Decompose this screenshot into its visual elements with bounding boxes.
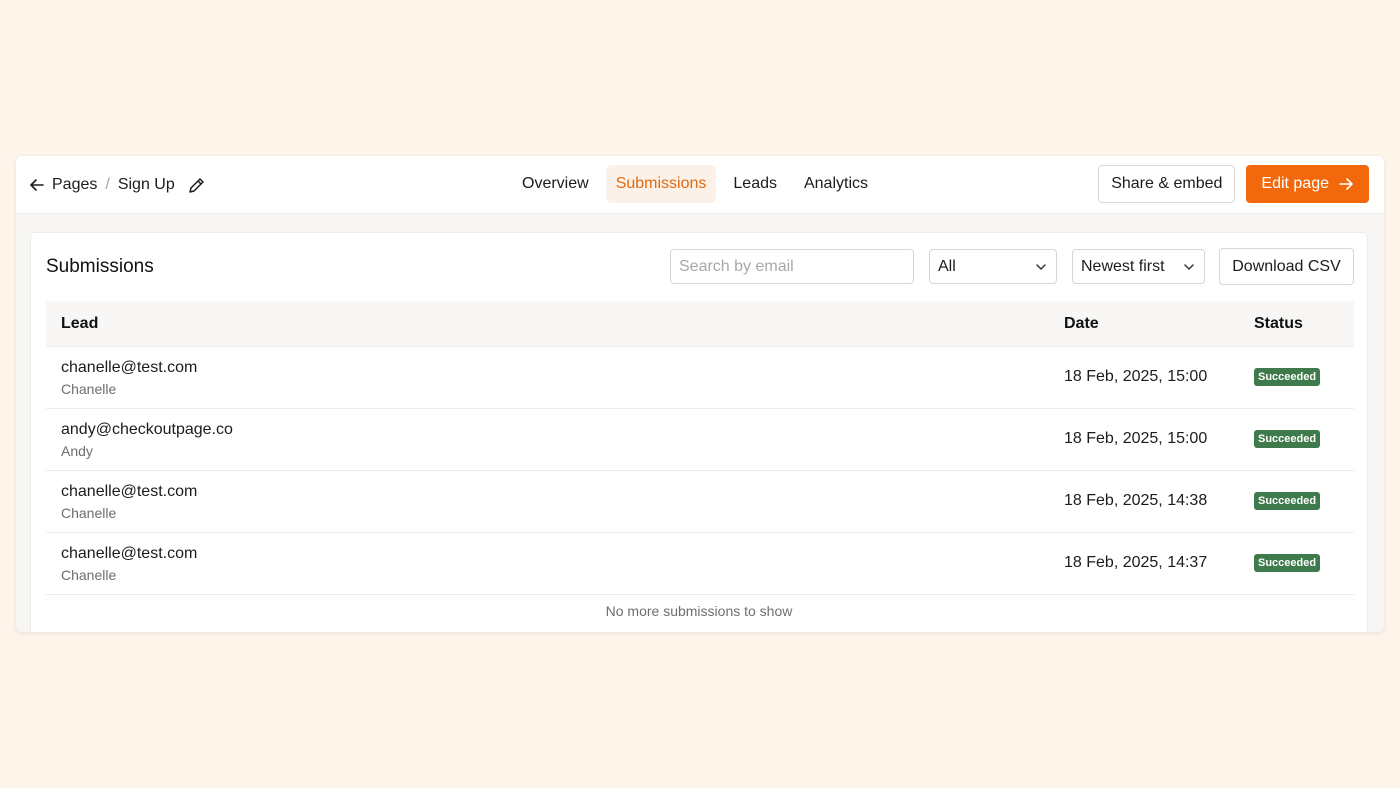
status-badge: Succeeded xyxy=(1254,430,1321,448)
lead-email: chanelle@test.com xyxy=(61,359,198,376)
lead-name: Chanelle xyxy=(61,381,117,397)
submissions-table: Lead Date Status chanelle@test.com Chane… xyxy=(46,301,1354,595)
tab-analytics[interactable]: Analytics xyxy=(794,165,878,203)
column-header-date: Date xyxy=(1064,315,1099,332)
status-badge: Succeeded xyxy=(1254,554,1321,572)
download-csv-button[interactable]: Download CSV xyxy=(1219,248,1354,285)
column-header-status: Status xyxy=(1254,315,1303,332)
back-to-pages-link[interactable]: Pages xyxy=(28,176,97,194)
sort-select[interactable]: Newest first xyxy=(1072,249,1205,284)
submission-date: 18 Feb, 2025, 15:00 xyxy=(1064,430,1208,447)
edit-page-button[interactable]: Edit page xyxy=(1246,165,1369,203)
end-of-list-note: No more submissions to show xyxy=(605,603,793,619)
tab-overview[interactable]: Overview xyxy=(512,165,599,203)
arrow-left-icon xyxy=(30,179,44,191)
lead-name: Chanelle xyxy=(61,567,117,583)
breadcrumb-current: Sign Up xyxy=(117,176,175,193)
panel-title: Submissions xyxy=(46,256,154,277)
lead-email: chanelle@test.com xyxy=(61,483,198,500)
page-tabs: Overview Submissions Leads Analytics xyxy=(512,165,885,203)
lead-email: chanelle@test.com xyxy=(61,545,198,562)
submissions-panel: Submissions All Newest first Download CS… xyxy=(30,232,1368,632)
app-window: Pages / Sign Up Overview Submissions Lea… xyxy=(16,156,1384,632)
status-badge: Succeeded xyxy=(1254,492,1321,510)
table-header: Lead Date Status xyxy=(46,301,1354,347)
breadcrumb-separator: / xyxy=(105,176,110,193)
table-row[interactable]: chanelle@test.com Chanelle 18 Feb, 2025,… xyxy=(46,347,1354,409)
top-bar: Pages / Sign Up Overview Submissions Lea… xyxy=(16,156,1384,214)
sort-value: Newest first xyxy=(1081,257,1165,275)
lead-name: Andy xyxy=(61,443,93,459)
share-embed-button[interactable]: Share & embed xyxy=(1098,165,1236,203)
edit-page-label: Edit page xyxy=(1261,175,1329,192)
arrow-right-icon xyxy=(1339,178,1353,190)
chevron-down-icon xyxy=(1184,263,1194,270)
breadcrumb: Pages / Sign Up xyxy=(28,156,206,214)
chevron-down-icon xyxy=(1036,263,1046,270)
column-header-lead: Lead xyxy=(61,315,99,332)
table-row[interactable]: chanelle@test.com Chanelle 18 Feb, 2025,… xyxy=(46,471,1354,533)
breadcrumb-parent: Pages xyxy=(52,176,98,193)
table-row[interactable]: andy@checkoutpage.co Andy 18 Feb, 2025, … xyxy=(46,409,1354,471)
pencil-icon xyxy=(189,177,204,193)
status-filter-select[interactable]: All xyxy=(929,249,1057,284)
submission-date: 18 Feb, 2025, 15:00 xyxy=(1064,368,1208,385)
search-input[interactable] xyxy=(670,249,914,284)
lead-name: Chanelle xyxy=(61,505,117,521)
header-actions: Share & embed Edit page xyxy=(1098,165,1369,203)
table-row[interactable]: chanelle@test.com Chanelle 18 Feb, 2025,… xyxy=(46,533,1354,595)
tab-leads[interactable]: Leads xyxy=(723,165,787,203)
lead-email: andy@checkoutpage.co xyxy=(61,421,233,438)
status-badge: Succeeded xyxy=(1254,368,1321,386)
submission-date: 18 Feb, 2025, 14:37 xyxy=(1064,554,1208,571)
submission-date: 18 Feb, 2025, 14:38 xyxy=(1064,492,1208,509)
rename-page-button[interactable] xyxy=(187,176,206,195)
tab-submissions[interactable]: Submissions xyxy=(605,165,717,203)
status-filter-value: All xyxy=(938,257,956,275)
